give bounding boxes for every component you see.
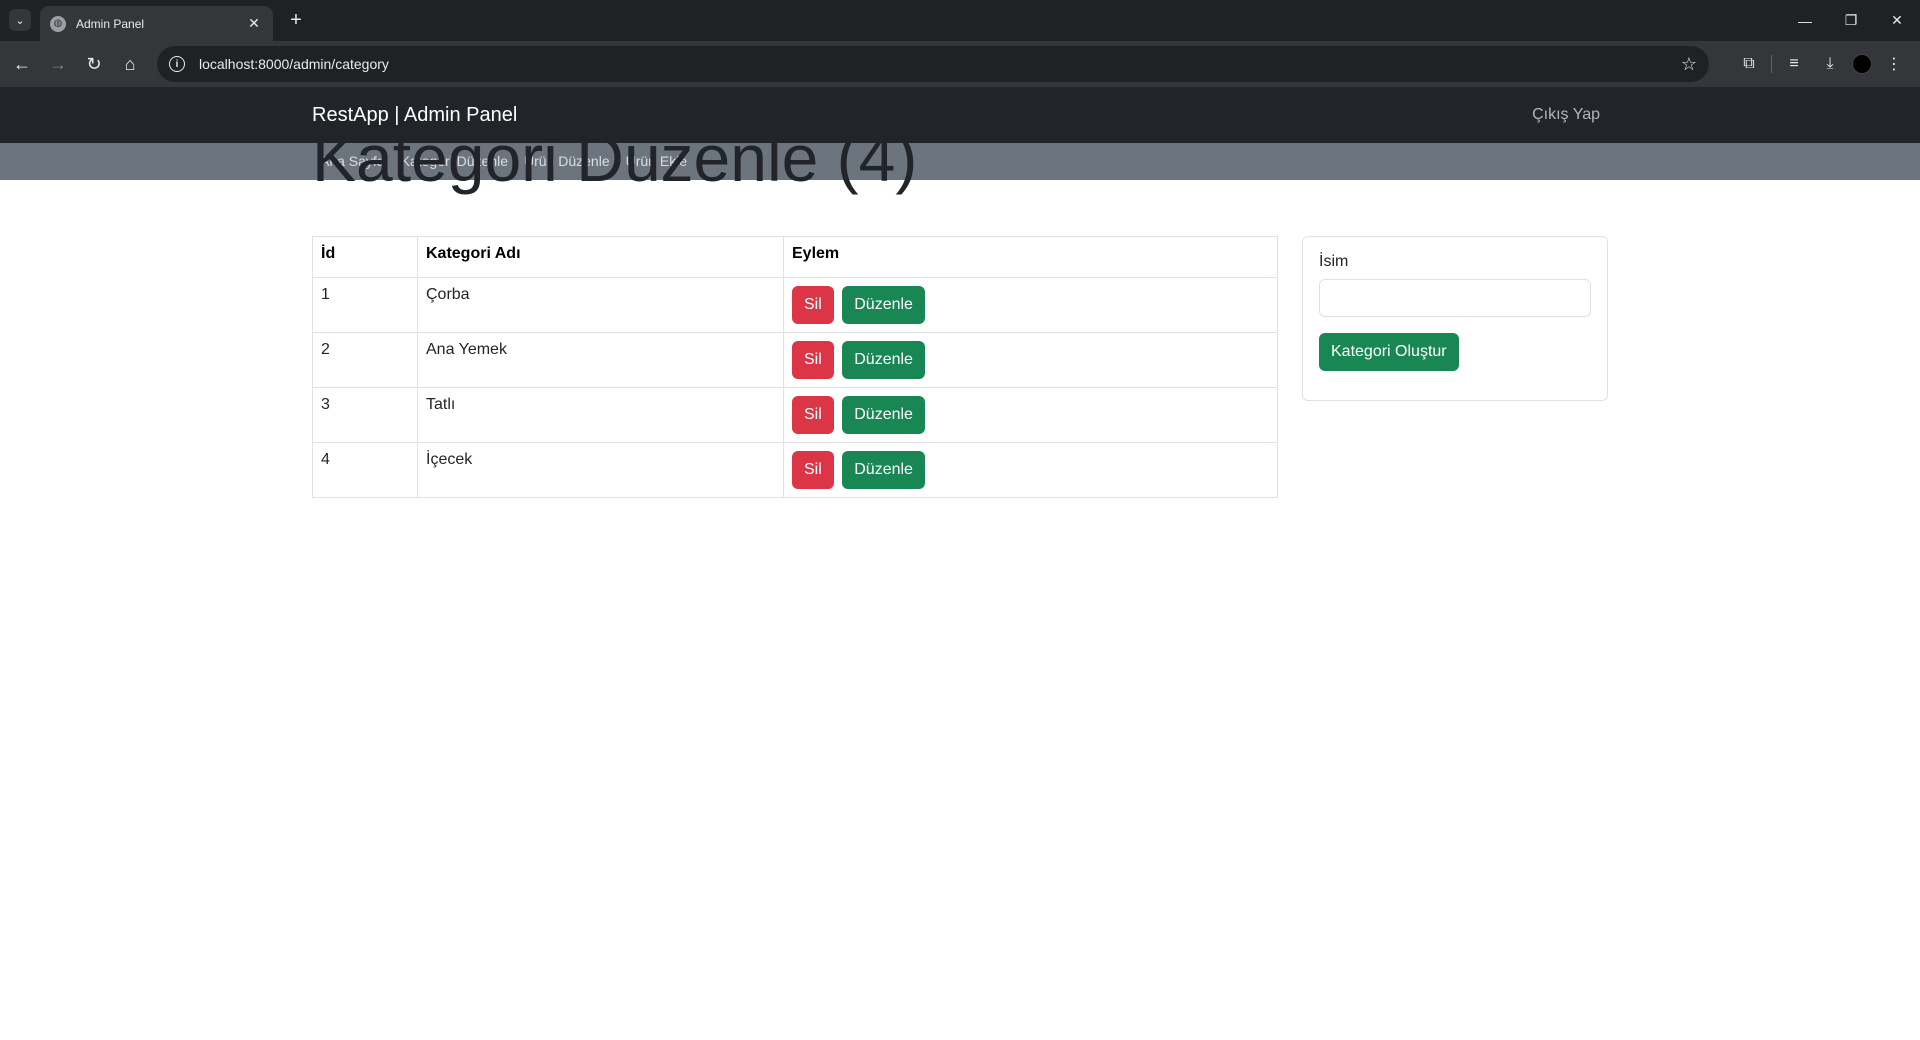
cell-name: Tatlı <box>417 387 784 443</box>
cell-id: 1 <box>312 277 418 333</box>
restore-icon[interactable]: ❐ <box>1828 0 1874 41</box>
reload-icon[interactable]: ↻ <box>76 46 112 82</box>
table-row: 2 Ana Yemek Sil Düzenle <box>312 332 1278 388</box>
browser-tab-strip: ⌄ ◍ Admin Panel ✕ + — ❐ ✕ <box>0 0 1920 41</box>
page: RestApp | Admin Panel Çıkış Yap Ana Sayf… <box>0 87 1920 1040</box>
window-controls: — ❐ ✕ <box>1782 0 1920 41</box>
category-table: İd Kategori Adı Eylem 1 Çorba Sil Düzenl… <box>312 236 1278 498</box>
cell-name: İçecek <box>417 442 784 498</box>
close-icon[interactable]: ✕ <box>245 15 263 32</box>
column-header-id: İd <box>312 236 418 278</box>
forward-icon[interactable]: → <box>40 46 76 82</box>
bookmark-star-icon[interactable]: ☆ <box>1681 54 1697 75</box>
cell-id: 4 <box>312 442 418 498</box>
site-info-icon[interactable]: i <box>169 56 185 72</box>
main-content: Kategori Düzenle (4) <box>312 122 1608 194</box>
cell-actions: Sil Düzenle <box>783 387 1278 443</box>
address-bar[interactable]: i localhost:8000/admin/category ☆ <box>157 46 1709 82</box>
cell-id: 2 <box>312 332 418 388</box>
cell-name: Çorba <box>417 277 784 333</box>
cell-actions: Sil Düzenle <box>783 277 1278 333</box>
table-header-row: İd Kategori Adı Eylem <box>312 236 1278 278</box>
media-queue-icon[interactable]: ≡ <box>1780 50 1808 78</box>
tab-title: Admin Panel <box>76 16 145 31</box>
download-icon[interactable]: ⤓ <box>1816 50 1844 78</box>
extensions-icon[interactable]: ⧉ <box>1735 50 1763 78</box>
delete-button[interactable]: Sil <box>792 341 834 379</box>
minimize-icon[interactable]: — <box>1782 0 1828 41</box>
delete-button[interactable]: Sil <box>792 396 834 434</box>
tab-search-button[interactable]: ⌄ <box>9 9 31 31</box>
chevron-down-icon: ⌄ <box>15 14 25 27</box>
delete-button[interactable]: Sil <box>792 451 834 489</box>
close-window-icon[interactable]: ✕ <box>1874 0 1920 41</box>
cell-name: Ana Yemek <box>417 332 784 388</box>
back-icon[interactable]: ← <box>4 46 40 82</box>
menu-kebab-icon[interactable]: ⋮ <box>1880 50 1908 78</box>
table-row: 3 Tatlı Sil Düzenle <box>312 387 1278 443</box>
create-category-card: İsim Kategori Oluştur <box>1302 236 1608 401</box>
browser-tab[interactable]: ◍ Admin Panel ✕ <box>40 6 273 41</box>
edit-button[interactable]: Düzenle <box>842 341 925 379</box>
edit-button[interactable]: Düzenle <box>842 451 925 489</box>
new-tab-button[interactable]: + <box>284 8 308 32</box>
toolbar-actions: ⧉ ≡ ⤓ ⋮ <box>1735 46 1908 82</box>
cell-actions: Sil Düzenle <box>783 442 1278 498</box>
edit-button[interactable]: Düzenle <box>842 396 925 434</box>
toolbar-divider <box>1771 55 1772 73</box>
name-field-label: İsim <box>1319 253 1349 270</box>
edit-button[interactable]: Düzenle <box>842 286 925 324</box>
cell-actions: Sil Düzenle <box>783 332 1278 388</box>
home-icon[interactable]: ⌂ <box>112 46 148 82</box>
globe-icon: ◍ <box>50 15 66 32</box>
column-header-name: Kategori Adı <box>417 236 784 278</box>
table-row: 1 Çorba Sil Düzenle <box>312 277 1278 333</box>
url-text[interactable]: localhost:8000/admin/category <box>199 56 1681 72</box>
profile-avatar[interactable] <box>1852 54 1872 74</box>
browser-toolbar: ← → ↻ ⌂ i localhost:8000/admin/category … <box>0 41 1920 87</box>
page-title: Kategori Düzenle (4) <box>312 121 918 195</box>
table-row: 4 İçecek Sil Düzenle <box>312 442 1278 498</box>
delete-button[interactable]: Sil <box>792 286 834 324</box>
cell-id: 3 <box>312 387 418 443</box>
create-category-button[interactable]: Kategori Oluştur <box>1319 333 1459 371</box>
column-header-action: Eylem <box>783 236 1278 278</box>
category-name-input[interactable] <box>1319 279 1591 317</box>
